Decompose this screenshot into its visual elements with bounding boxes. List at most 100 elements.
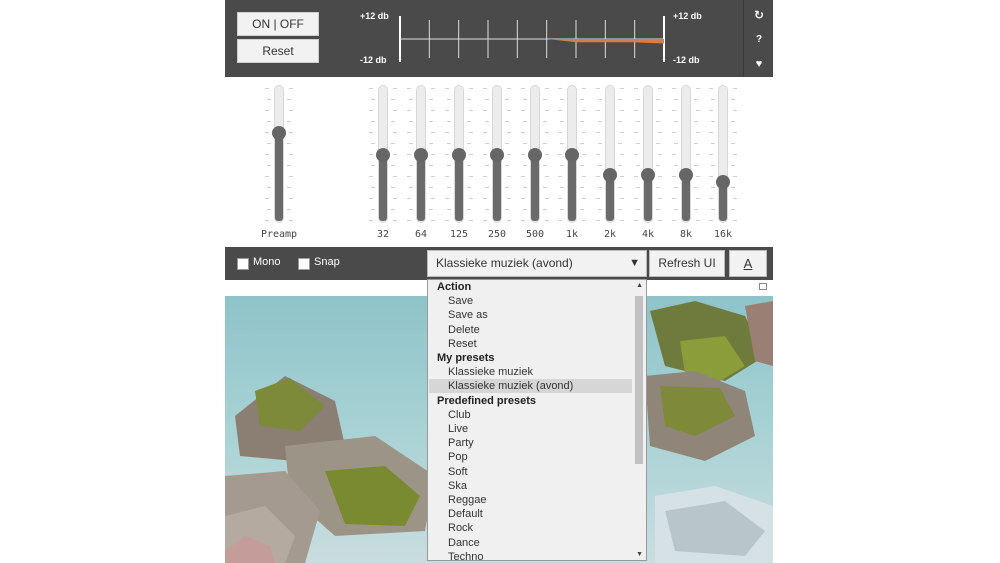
heart-icon[interactable]: ♥ <box>744 58 773 70</box>
slider-tick <box>289 198 293 199</box>
dropdown-option[interactable]: Party <box>448 437 474 449</box>
slider-thumb[interactable] <box>528 148 542 162</box>
slider-tick <box>598 99 602 100</box>
slider-tick <box>505 99 509 100</box>
dropdown-option[interactable]: Dance <box>448 537 480 549</box>
slider-tick <box>485 209 489 210</box>
slider-thumb[interactable] <box>716 174 730 189</box>
preset-select-value: Klassieke muziek (avond) <box>436 256 573 270</box>
band-slider-500[interactable] <box>521 85 549 225</box>
slider-thumb[interactable] <box>603 167 617 182</box>
dropdown-option[interactable]: Delete <box>448 324 480 336</box>
slider-tick <box>407 176 411 177</box>
slider-tick <box>560 187 564 188</box>
slider-tick <box>696 154 700 155</box>
slider-tick <box>618 99 622 100</box>
refresh-ui-button[interactable]: Refresh UI <box>649 250 725 277</box>
slider-thumb[interactable] <box>565 148 579 162</box>
slider-tick <box>636 165 640 166</box>
dropdown-option[interactable]: Pop <box>448 451 468 463</box>
band-slider-250[interactable] <box>483 85 511 225</box>
slider-thumb[interactable] <box>272 126 286 141</box>
dropdown-option[interactable]: Live <box>448 423 468 435</box>
dropdown-option[interactable]: Save <box>448 295 473 307</box>
slider-thumb[interactable] <box>679 167 693 182</box>
dropdown-option[interactable]: Club <box>448 409 471 421</box>
slider-tick <box>467 99 471 100</box>
slider-tick <box>447 165 451 166</box>
dropdown-option[interactable]: Reggae <box>448 494 487 506</box>
scroll-up-icon[interactable]: ▲ <box>636 282 643 289</box>
band-slider-16k[interactable] <box>709 85 737 225</box>
slider-tick <box>431 110 435 111</box>
slider-thumb[interactable] <box>452 148 466 162</box>
mono-checkbox[interactable] <box>237 258 249 270</box>
slider-tick <box>523 143 527 144</box>
slider-tick <box>369 88 373 89</box>
slider-tick <box>505 209 509 210</box>
band-slider-125[interactable] <box>445 85 473 225</box>
reset-button[interactable]: Reset <box>237 39 319 63</box>
slider-tick <box>636 209 640 210</box>
slider-tick <box>658 132 662 133</box>
preset-select[interactable]: Klassieke muziek (avond) ▼ <box>427 250 647 277</box>
slider-tick <box>709 88 713 89</box>
dropdown-option[interactable]: Soft <box>448 466 468 478</box>
slider-tick <box>674 187 678 188</box>
slider-tick <box>431 220 435 221</box>
band-slider-32[interactable] <box>369 85 397 225</box>
preset-dropdown-list[interactable]: Action Save Save as Delete Reset My presets Kl… <box>427 279 647 561</box>
slider-tick <box>485 143 489 144</box>
slider-tick <box>391 187 395 188</box>
slider-thumb[interactable] <box>414 148 428 162</box>
refresh-icon[interactable]: ↻ <box>744 8 773 22</box>
band-slider-4k[interactable] <box>634 85 662 225</box>
slider-tick <box>469 132 473 133</box>
side-icon-strip: ↻ ? ♥ <box>743 0 773 77</box>
slider-tick <box>674 165 678 166</box>
dropdown-option[interactable]: Techno <box>448 551 483 560</box>
band-slider-8k[interactable] <box>672 85 700 225</box>
slider-tick <box>656 187 660 188</box>
slider-tick <box>505 121 509 122</box>
dropdown-group-title: My presets <box>437 352 495 364</box>
dropdown-option[interactable]: Rock <box>448 522 473 534</box>
slider-thumb[interactable] <box>490 148 504 162</box>
slider-thumb[interactable] <box>376 148 390 162</box>
snap-checkbox[interactable] <box>298 258 310 270</box>
slider-tick <box>634 154 638 155</box>
slider-tick <box>469 154 473 155</box>
slider-tick <box>521 154 525 155</box>
slider-tick <box>656 99 660 100</box>
dropdown-option[interactable]: Klassieke muziek <box>448 366 533 378</box>
slider-tick <box>672 176 676 177</box>
slider-tick <box>445 198 449 199</box>
slider-tick <box>265 110 269 111</box>
slider-tick <box>694 143 698 144</box>
help-icon[interactable]: ? <box>744 34 773 45</box>
dropdown-scroll-thumb[interactable] <box>635 296 643 464</box>
dropdown-option[interactable]: Default <box>448 508 483 520</box>
slider-tick <box>696 132 700 133</box>
dropdown-option[interactable]: Save as <box>448 309 488 321</box>
chevron-down-icon: ▼ <box>629 257 640 269</box>
band-slider-64[interactable] <box>407 85 435 225</box>
slider-thumb[interactable] <box>641 167 655 182</box>
on-off-button[interactable]: ON | OFF <box>237 12 319 36</box>
slider-tick <box>694 121 698 122</box>
control-bar: Mono Snap Klassieke muziek (avond) ▼ Ref… <box>225 247 773 280</box>
slider-tick <box>369 220 373 221</box>
preamp-slider[interactable] <box>265 85 293 225</box>
scroll-down-icon[interactable]: ▼ <box>636 551 643 558</box>
slider-tick <box>431 132 435 133</box>
font-icon-button[interactable]: A <box>729 250 767 277</box>
slider-tick <box>265 220 269 221</box>
dropdown-option[interactable]: Klassieke muziek (avond) <box>448 380 573 392</box>
dropdown-option[interactable]: Ska <box>448 480 467 492</box>
band-slider-1k[interactable] <box>558 85 586 225</box>
slider-tick <box>445 220 449 221</box>
band-slider-2k[interactable] <box>596 85 624 225</box>
dropdown-option[interactable]: Reset <box>448 338 477 350</box>
slider-fill <box>493 155 501 221</box>
slider-tick <box>620 220 624 221</box>
